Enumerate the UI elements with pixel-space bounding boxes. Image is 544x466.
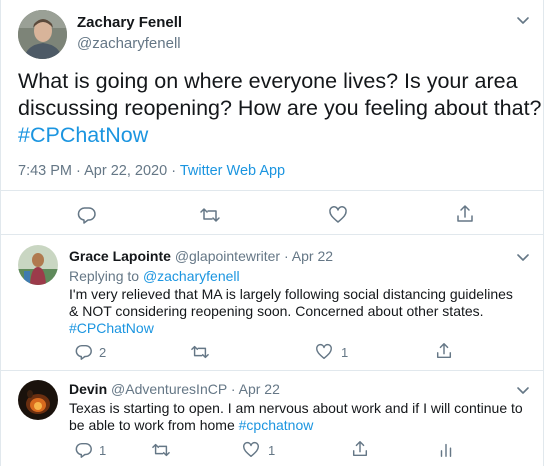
- heart-icon: [328, 205, 348, 225]
- divider: [1, 234, 543, 235]
- share-button[interactable]: [455, 204, 475, 224]
- like-button[interactable]: 1: [242, 441, 275, 459]
- reply-header: Grace Lapointe @glapointewriter · Apr 22: [69, 248, 333, 264]
- share-icon: [455, 204, 475, 224]
- reply-text-line: be able to work from home #cpchatnow: [69, 417, 313, 434]
- reply-text-line: & NOT considering reopening soon. Concer…: [69, 303, 484, 319]
- share-icon: [351, 440, 369, 458]
- share-icon: [435, 342, 453, 360]
- tweet-time[interactable]: 7:43 PM: [18, 163, 72, 179]
- analytics-icon: [437, 441, 455, 459]
- replying-prefix: Replying to: [69, 268, 140, 284]
- hashtag-link[interactable]: #cpchatnow: [239, 417, 314, 433]
- tweet-meta: 7:43 PM · Apr 22, 2020 · Twitter Web App: [18, 163, 285, 179]
- tweet-thread: Zachary Fenell @zacharyfenell What is go…: [0, 0, 544, 466]
- like-button[interactable]: [328, 205, 348, 225]
- meta-separator: ·: [171, 163, 177, 179]
- retweet-button[interactable]: [190, 343, 216, 361]
- replying-to: Replying to @zacharyfenell: [69, 268, 240, 285]
- author-name[interactable]: Zachary Fenell: [77, 14, 182, 31]
- hashtag-link[interactable]: #CPChatNow: [69, 320, 154, 337]
- divider: [1, 370, 543, 371]
- tweet-date[interactable]: Apr 22: [292, 248, 333, 264]
- source-link[interactable]: Twitter Web App: [180, 163, 285, 179]
- reply-button[interactable]: [77, 205, 97, 225]
- retweet-icon: [199, 205, 221, 225]
- reply-button[interactable]: 2: [75, 343, 106, 361]
- tweet-text-line: discussing reopening? How are you feelin…: [18, 96, 542, 120]
- mention-link[interactable]: @zacharyfenell: [143, 268, 240, 284]
- chevron-down-icon[interactable]: [515, 249, 531, 265]
- meta-separator: ·: [76, 163, 81, 179]
- divider: [1, 190, 543, 191]
- avatar[interactable]: [18, 245, 58, 285]
- avatar[interactable]: [18, 380, 58, 420]
- tweet-text: What is going on where everyone lives? I…: [18, 68, 542, 149]
- reply-text-line: I'm very relieved that MA is largely fol…: [69, 286, 513, 302]
- author-handle[interactable]: @zacharyfenell: [77, 35, 181, 52]
- reply-icon: [77, 205, 97, 225]
- meta-separator: ·: [230, 381, 236, 397]
- retweet-button[interactable]: [199, 205, 221, 225]
- reply-text-fragment: be able to work from home: [69, 417, 235, 433]
- reply-icon: [75, 441, 93, 459]
- retweet-icon: [190, 343, 210, 361]
- tweet-date[interactable]: Apr 22, 2020: [84, 163, 167, 179]
- like-button[interactable]: 1: [315, 343, 348, 361]
- retweet-icon: [151, 441, 171, 459]
- heart-icon: [242, 441, 260, 459]
- author-name[interactable]: Devin: [69, 381, 107, 397]
- author-name[interactable]: Grace Lapointe: [69, 248, 171, 264]
- reply-count: 1: [99, 442, 107, 458]
- reply-header: Devin @AdventuresInCP · Apr 22: [69, 381, 280, 397]
- reply-icon: [75, 343, 93, 361]
- author-handle[interactable]: @glapointewriter: [175, 248, 280, 264]
- share-button[interactable]: [351, 440, 369, 458]
- tweet-text-line: What is going on where everyone lives? I…: [18, 69, 518, 93]
- reply-count: 2: [99, 344, 107, 360]
- retweet-button[interactable]: [151, 441, 177, 459]
- author-handle[interactable]: @AdventuresInCP: [111, 381, 227, 397]
- tweet-date[interactable]: Apr 22: [239, 381, 280, 397]
- avatar[interactable]: [18, 10, 67, 59]
- meta-separator: ·: [283, 248, 289, 264]
- share-button[interactable]: [435, 342, 453, 360]
- chevron-down-icon[interactable]: [515, 382, 531, 398]
- reply-text-line: Texas is starting to open. I am nervous …: [69, 400, 523, 416]
- heart-icon: [315, 343, 333, 361]
- like-count: 1: [341, 344, 349, 360]
- analytics-button[interactable]: [437, 441, 455, 459]
- chevron-down-icon[interactable]: [515, 12, 531, 28]
- hashtag-link[interactable]: #CPChatNow: [18, 122, 533, 149]
- reply-button[interactable]: 1: [75, 441, 106, 459]
- like-count: 1: [268, 442, 276, 458]
